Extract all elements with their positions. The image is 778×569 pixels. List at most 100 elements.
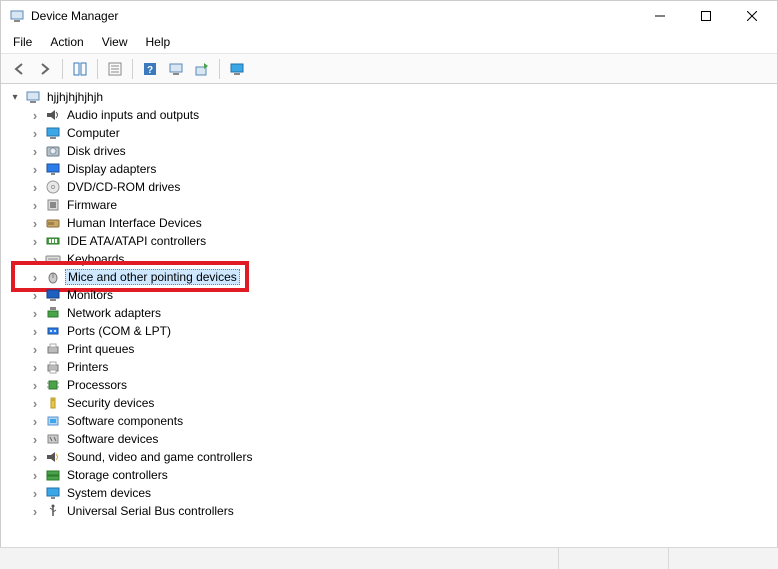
toolbar-separator [97,59,98,79]
chevron-right-icon[interactable] [29,342,41,357]
forward-button[interactable] [33,57,57,81]
toolbar: ? [1,54,777,84]
tree-item[interactable]: Monitors [7,286,771,304]
tree-item-label: Monitors [65,288,115,302]
storage-icon [45,467,61,483]
tree-item[interactable]: Storage controllers [7,466,771,484]
disk-icon [45,143,61,159]
firmware-icon [45,197,61,213]
tree-item-label: Mice and other pointing devices [65,269,240,285]
display-icon [45,161,61,177]
tree-item-label: Security devices [65,396,156,410]
tree-item-label: Storage controllers [65,468,170,482]
menu-view[interactable]: View [94,33,136,51]
tree-item[interactable]: Ports (COM & LPT) [7,322,771,340]
tree-item[interactable]: Network adapters [7,304,771,322]
chevron-right-icon[interactable] [29,180,41,195]
printqueue-icon [45,341,61,357]
devices-printers-button[interactable] [225,57,249,81]
chevron-right-icon[interactable] [29,306,41,321]
tree-item-label: DVD/CD-ROM drives [65,180,182,194]
system-icon [45,485,61,501]
root-label: hjjhjhjhjhjh [45,90,105,104]
status-bar [0,547,778,569]
audio-icon [45,107,61,123]
menu-action[interactable]: Action [42,33,91,51]
tree-item[interactable]: Mice and other pointing devices [7,268,771,286]
tree-item[interactable]: Printers [7,358,771,376]
tree-root[interactable]: hjjhjhjhjhjh [7,88,771,106]
security-icon [45,395,61,411]
chevron-right-icon[interactable] [29,396,41,411]
tree-item[interactable]: System devices [7,484,771,502]
tree-item[interactable]: Sound, video and game controllers [7,448,771,466]
mouse-icon [45,269,61,285]
chevron-right-icon[interactable] [29,450,41,465]
tree-item-label: Software components [65,414,185,428]
properties-button[interactable] [103,57,127,81]
tree-item[interactable]: Security devices [7,394,771,412]
usb-icon [45,503,61,519]
maximize-button[interactable] [683,1,729,31]
chevron-right-icon[interactable] [29,162,41,177]
ide-icon [45,233,61,249]
tree-item[interactable]: Display adapters [7,160,771,178]
tree-item[interactable]: Software devices [7,430,771,448]
tree-item[interactable]: IDE ATA/ATAPI controllers [7,232,771,250]
hid-icon [45,215,61,231]
chevron-right-icon[interactable] [29,378,41,393]
keyboard-icon [45,251,61,267]
minimize-button[interactable] [637,1,683,31]
tree-item-label: Human Interface Devices [65,216,204,230]
tree-item[interactable]: Firmware [7,196,771,214]
chevron-right-icon[interactable] [29,198,41,213]
menu-help[interactable]: Help [138,33,179,51]
tree-item[interactable]: Human Interface Devices [7,214,771,232]
tree-item-label: Keyboards [65,252,126,266]
swdev-icon [45,431,61,447]
scan-hardware-button[interactable] [164,57,188,81]
computer-icon [25,89,41,105]
chevron-right-icon[interactable] [29,360,41,375]
tree-item[interactable]: Processors [7,376,771,394]
chevron-right-icon[interactable] [29,234,41,249]
tree-item[interactable]: Universal Serial Bus controllers [7,502,771,520]
window-title: Device Manager [31,9,118,23]
title-bar: Device Manager [1,1,777,31]
tree-item-label: Firmware [65,198,119,212]
tree-item[interactable]: Disk drives [7,142,771,160]
help-button[interactable]: ? [138,57,162,81]
chevron-right-icon[interactable] [29,468,41,483]
chevron-right-icon[interactable] [29,432,41,447]
update-driver-button[interactable] [190,57,214,81]
back-button[interactable] [7,57,31,81]
chevron-right-icon[interactable] [29,504,41,519]
tree-item[interactable]: Audio inputs and outputs [7,106,771,124]
tree-item[interactable]: Software components [7,412,771,430]
tree-item[interactable]: Computer [7,124,771,142]
chevron-right-icon[interactable] [29,144,41,159]
chevron-down-icon[interactable] [9,92,21,103]
menu-file[interactable]: File [5,33,40,51]
chevron-right-icon[interactable] [29,126,41,141]
show-hide-tree-button[interactable] [68,57,92,81]
close-button[interactable] [729,1,775,31]
chevron-right-icon[interactable] [29,270,41,285]
chevron-right-icon[interactable] [29,252,41,267]
ports-icon [45,323,61,339]
chevron-right-icon[interactable] [29,288,41,303]
tree-item-label: System devices [65,486,153,500]
chevron-right-icon[interactable] [29,324,41,339]
chevron-right-icon[interactable] [29,486,41,501]
chevron-right-icon[interactable] [29,414,41,429]
svg-text:?: ? [147,65,153,76]
device-tree[interactable]: hjjhjhjhjhjh Audio inputs and outputs Com… [1,84,777,554]
tree-item[interactable]: DVD/CD-ROM drives [7,178,771,196]
tree-item[interactable]: Print queues [7,340,771,358]
chevron-right-icon[interactable] [29,216,41,231]
tree-item[interactable]: Keyboards [7,250,771,268]
printer-icon [45,359,61,375]
tree-item-label: Computer [65,126,122,140]
tree-item-label: IDE ATA/ATAPI controllers [65,234,208,248]
chevron-right-icon[interactable] [29,108,41,123]
